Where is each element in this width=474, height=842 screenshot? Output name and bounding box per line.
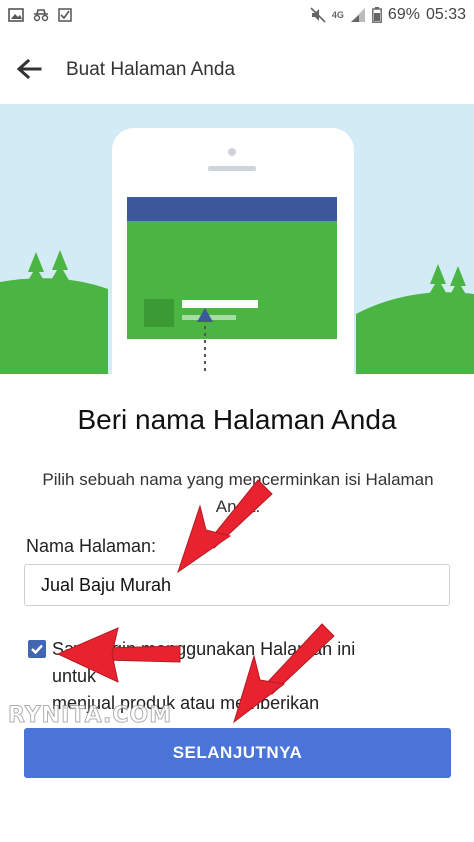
checkbox-label-line: Saya ingin menggunakan Halaman ini — [52, 639, 356, 659]
battery-icon — [372, 7, 382, 23]
clock: 05:33 — [425, 6, 466, 23]
check-icon — [31, 644, 43, 655]
page-name-label: Nama Halaman: — [26, 536, 157, 556]
page-title: Buat Halaman Anda — [66, 59, 236, 80]
back-button[interactable] — [14, 56, 44, 82]
status-bar: 4G 69% 05:33 — [0, 0, 474, 34]
battery-level: 69% — [387, 6, 420, 23]
form-description: Pilih sebuah nama yang mencerminkan isi … — [42, 470, 434, 516]
mute-icon — [310, 7, 326, 23]
checkbox-label-line: untuk — [52, 666, 97, 686]
gallery-icon — [8, 8, 24, 22]
page-name-input[interactable] — [24, 564, 450, 606]
incognito-icon — [32, 8, 50, 22]
signal-icon — [350, 7, 366, 23]
hero-illustration — [0, 104, 474, 374]
app-bar: Buat Halaman Anda — [0, 34, 474, 104]
form-heading: Beri nama Halaman Anda — [77, 404, 397, 435]
checklist-icon — [58, 8, 72, 22]
sell-products-checkbox[interactable] — [28, 640, 46, 658]
network-label: 4G — [331, 10, 344, 20]
back-arrow-icon — [16, 58, 42, 80]
watermark: RYNITA.COM — [7, 703, 173, 729]
next-button[interactable]: SELANJUTNYA — [24, 728, 451, 778]
